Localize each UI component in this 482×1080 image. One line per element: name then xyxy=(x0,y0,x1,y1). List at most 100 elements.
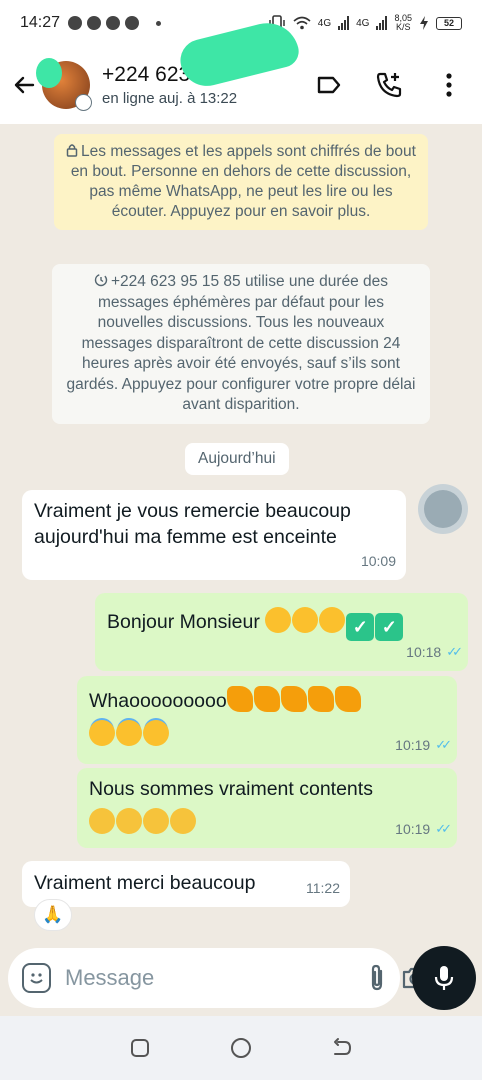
whatsapp-notification-icon-2 xyxy=(87,16,102,30)
label-button[interactable] xyxy=(314,70,344,100)
header-actions xyxy=(314,70,464,100)
smiling-face-with-halo-emoji-icon xyxy=(116,720,142,746)
signal-icon-1 xyxy=(338,16,350,30)
system-navigation-bar xyxy=(0,1016,482,1080)
message-bubble-outgoing[interactable]: Bonjour Monsieur ✓ ✓ 10:18 ✓✓ xyxy=(95,593,468,671)
message-time: 10:09 xyxy=(360,553,396,569)
party-popper-emoji-icon xyxy=(307,686,334,712)
mic-icon xyxy=(434,966,454,990)
party-popper-emoji-icon xyxy=(334,686,361,712)
message-reaction[interactable]: 🙏 xyxy=(34,899,72,931)
smiling-face-with-halo-emoji-icon xyxy=(89,720,115,746)
encryption-notice[interactable]: Les messages et les appels sont chiffrés… xyxy=(54,134,428,230)
check-mark-emoji-icon: ✓ xyxy=(346,613,375,641)
timer-icon xyxy=(94,273,108,287)
smiling-face-emoji-icon xyxy=(319,607,346,633)
partying-face-emoji-icon xyxy=(116,808,142,834)
forward-button[interactable] xyxy=(418,484,468,534)
add-call-icon xyxy=(376,72,402,98)
home-button[interactable] xyxy=(226,1033,256,1063)
double-check-read-icon: ✓✓ xyxy=(435,737,452,752)
date-divider: Aujourd’hui xyxy=(185,443,289,475)
party-popper-emoji-icon xyxy=(226,686,253,712)
app-notification-icon xyxy=(125,16,140,30)
attach-button[interactable] xyxy=(367,962,387,994)
message-time: 10:18 xyxy=(406,644,442,660)
notification-icons xyxy=(68,16,162,30)
partying-face-emoji-icon xyxy=(170,808,196,834)
message-bubble-outgoing[interactable]: Whaooooooooo 10:19 ✓✓ xyxy=(77,676,457,764)
network-type-1: 4G xyxy=(317,17,332,29)
back-nav-icon xyxy=(333,1038,351,1055)
message-time: 10:19 xyxy=(395,737,431,753)
back-arrow-icon xyxy=(14,76,35,94)
signal-icon-2 xyxy=(376,16,388,30)
attach-icon xyxy=(371,964,383,991)
message-text: Whaooooooooo xyxy=(89,690,227,712)
message-meta: 10:18 ✓✓ xyxy=(406,639,463,665)
lock-icon xyxy=(66,144,78,157)
redaction-mark-avatar xyxy=(36,58,62,88)
message-meta: 10:09 xyxy=(361,548,396,574)
smiling-face-with-halo-emoji-icon xyxy=(143,720,169,746)
battery-icon: 52 xyxy=(436,16,462,30)
message-composer xyxy=(8,948,428,1008)
check-mark-emoji-icon: ✓ xyxy=(375,613,404,641)
message-meta: 10:19 ✓✓ xyxy=(395,732,452,758)
message-time: 10:19 xyxy=(395,821,431,837)
status-time: 14:27 xyxy=(20,14,61,31)
message-text-line: Whaooooooooo xyxy=(89,686,445,714)
party-popper-emoji-icon xyxy=(280,686,307,712)
recent-apps-button[interactable] xyxy=(125,1033,155,1063)
message-input[interactable] xyxy=(65,965,353,991)
message-bubble-outgoing[interactable]: Nous sommes vraiment contents 10:19 ✓✓ xyxy=(77,768,457,848)
message-text: Nous sommes vraiment contents xyxy=(89,778,373,800)
forward-icon xyxy=(424,490,462,528)
message-bubble-incoming[interactable]: Vraiment merci beaucoup 11:22 xyxy=(22,861,350,907)
smiling-face-emoji-icon xyxy=(292,607,319,633)
emoji-row xyxy=(89,720,445,748)
folded-hands-emoji: 🙏 xyxy=(42,905,64,924)
message-text: Vraiment je vous remercie beaucoup aujou… xyxy=(34,500,351,548)
contact-last-seen: en ligne auj. à 13:22 xyxy=(102,90,238,107)
network-speed-unit: K/S xyxy=(395,22,411,32)
double-check-read-icon: ✓✓ xyxy=(446,644,463,659)
encryption-notice-text: Les messages et les appels sont chiffrés… xyxy=(70,143,416,220)
more-options-button[interactable] xyxy=(434,70,464,100)
wifi-icon xyxy=(293,16,311,30)
ephemeral-notice[interactable]: +224 623 95 15 85 utilise une durée des … xyxy=(52,264,430,424)
message-meta: 11:22 xyxy=(306,875,340,901)
sticker-icon xyxy=(30,973,43,984)
message-text: Bonjour Monsieur xyxy=(107,611,260,633)
back-button[interactable] xyxy=(10,65,38,105)
network-speed: 8,05 K/S xyxy=(394,14,412,32)
message-meta: 10:19 ✓✓ xyxy=(395,816,452,842)
whatsapp-notification-icon xyxy=(68,16,83,30)
emoji-group: ✓ ✓ xyxy=(265,607,404,641)
partying-face-emoji-icon xyxy=(143,808,169,834)
double-check-read-icon: ✓✓ xyxy=(435,821,452,836)
message-bubble-incoming[interactable]: Vraiment je vous remercie beaucoup aujou… xyxy=(22,490,406,580)
network-type-2: 4G xyxy=(356,17,370,29)
partying-face-emoji-icon xyxy=(89,808,115,834)
home-icon xyxy=(230,1038,251,1058)
disappearing-timer-badge-icon xyxy=(75,94,92,111)
smiling-face-emoji-icon xyxy=(265,607,292,633)
label-icon xyxy=(317,76,341,94)
status-right: 4G 4G 8,05 K/S 52 xyxy=(268,14,462,32)
ephemeral-notice-text: +224 623 95 15 85 utilise une durée des … xyxy=(66,273,416,413)
recent-apps-icon xyxy=(131,1039,150,1057)
sticker-button[interactable] xyxy=(22,963,51,993)
party-popper-emoji-icon xyxy=(253,686,280,712)
more-notifications-icon xyxy=(156,20,162,26)
back-nav-button[interactable] xyxy=(327,1033,357,1063)
voice-message-button[interactable] xyxy=(412,946,476,1010)
more-vert-icon xyxy=(446,73,452,97)
chat-area[interactable]: Les messages et les appels sont chiffrés… xyxy=(0,124,482,944)
charging-icon xyxy=(420,16,428,30)
emoji-row xyxy=(89,808,445,836)
message-time: 11:22 xyxy=(306,880,340,896)
add-call-button[interactable] xyxy=(374,70,404,100)
message-text: Vraiment merci beaucoup xyxy=(34,872,256,894)
chat-notification-icon xyxy=(106,16,121,30)
